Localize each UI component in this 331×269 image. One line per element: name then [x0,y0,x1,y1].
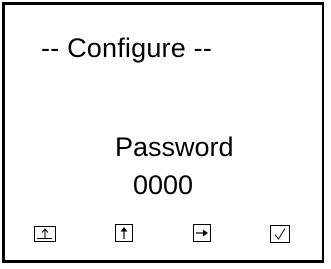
enter-button[interactable] [270,225,290,243]
lcd-screen: -- Configure -- Password 0000 [2,2,324,263]
password-label: Password [115,132,234,162]
escape-button[interactable] [34,226,56,242]
up-arrow-icon [115,224,133,242]
password-value[interactable]: 0000 [133,169,193,201]
right-arrow-icon [193,224,211,242]
page-title: -- Configure -- [41,33,213,63]
next-button[interactable] [193,224,211,242]
checkmark-icon [270,225,290,243]
escape-up-arrow-icon [34,226,56,242]
up-button[interactable] [115,224,133,242]
